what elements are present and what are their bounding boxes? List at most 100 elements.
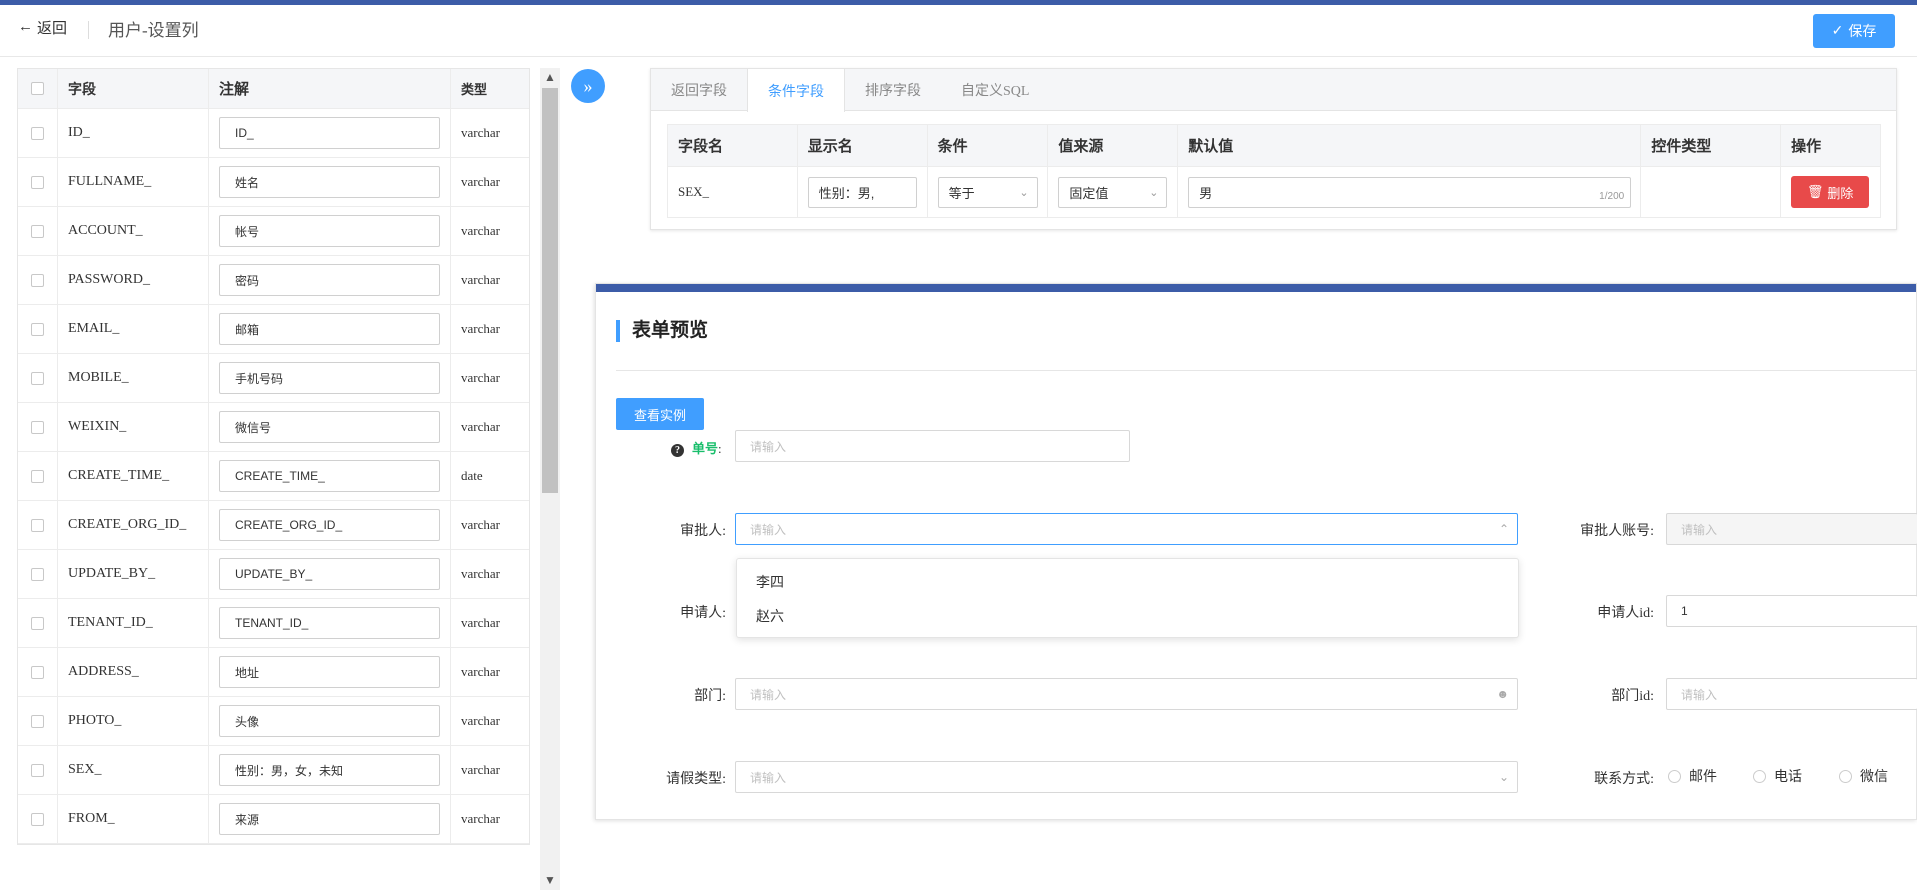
row-checkbox[interactable] [31, 322, 44, 336]
row-checkbox[interactable] [31, 567, 44, 581]
note-input[interactable]: 地址 [219, 656, 440, 688]
default-value: 男 [1199, 185, 1213, 201]
row-checkbox[interactable] [31, 126, 44, 140]
view-example-button[interactable]: 查看实例 [616, 398, 704, 430]
row-checkbox[interactable] [31, 812, 44, 826]
col-header: 字段名 [668, 125, 798, 166]
row-checkbox[interactable] [31, 273, 44, 287]
row-checkbox[interactable] [31, 371, 44, 385]
note-input[interactable]: 手机号码 [219, 362, 440, 394]
save-label: 保存 [1848, 25, 1877, 40]
note-input[interactable]: ID_ [219, 117, 440, 149]
field-type: varchar [461, 811, 500, 826]
leave-type-select[interactable]: 请输入 ⌄ [735, 761, 1518, 793]
note-input[interactable]: 头像 [219, 705, 440, 737]
radio-wechat[interactable]: 微信 [1839, 766, 1888, 786]
select-all-checkbox[interactable] [31, 82, 44, 95]
help-icon: ? [671, 444, 684, 457]
col-header: 操作 [1791, 139, 1822, 155]
back-button[interactable]: ← 返回 [18, 17, 67, 38]
tab-condition-fields[interactable]: 条件字段 [747, 69, 845, 112]
dept-input[interactable]: 请输入 ☻ [735, 678, 1518, 710]
field-type: varchar [461, 272, 500, 287]
row-checkbox[interactable] [31, 469, 44, 483]
col-header: 显示名 [798, 125, 928, 166]
save-button[interactable]: ✓ 保存 [1813, 14, 1895, 48]
table-row: ID_ ID_ varchar [18, 109, 529, 158]
default-value-input[interactable]: 男 1/200 [1188, 176, 1632, 208]
field-type: varchar [461, 517, 500, 532]
dept-id-input[interactable]: 请输入 [1666, 678, 1917, 710]
note-input[interactable]: 来源 [219, 803, 440, 835]
delete-label: 删除 [1827, 185, 1854, 201]
delete-button[interactable]: 🗑 删除 [1791, 176, 1870, 208]
preview-title: 表单预览 [616, 320, 708, 342]
table-row: PHOTO_ 头像 varchar [18, 697, 529, 746]
radio-circle[interactable] [1839, 769, 1852, 783]
expand-toggle-button[interactable]: » [571, 69, 605, 103]
table-row: ADDRESS_ 地址 varchar [18, 648, 529, 697]
scroll-down-icon[interactable]: ▼ [544, 873, 556, 888]
radio-phone[interactable]: 电话 [1753, 766, 1802, 786]
scrollbar[interactable]: ▲ ▼ [540, 68, 560, 890]
divider [616, 370, 1917, 371]
field-name: ID_ [58, 109, 209, 157]
field-name: FULLNAME_ [58, 158, 209, 206]
table-row: CREATE_ORG_ID_ CREATE_ORG_ID_ varchar [18, 501, 529, 550]
user-icon[interactable]: ☻ [1496, 687, 1509, 701]
row-checkbox[interactable] [31, 665, 44, 679]
danhao-input[interactable]: 请输入 [735, 430, 1130, 462]
leave-type-label: 请假类型: [666, 772, 726, 787]
field-type: date [461, 468, 483, 483]
applicant-id-input[interactable]: 1 [1666, 595, 1917, 627]
radio-wechat-label: 微信 [1860, 770, 1888, 785]
note-input[interactable]: 微信号 [219, 411, 440, 443]
row-checkbox[interactable] [31, 616, 44, 630]
radio-email[interactable]: 邮件 [1668, 766, 1717, 786]
page-title: 用户-设置列 [108, 21, 199, 40]
field-type: varchar [461, 125, 500, 140]
note-input[interactable]: 姓名 [219, 166, 440, 198]
approver-select[interactable]: 请输入 ⌃ [735, 513, 1518, 545]
note-input[interactable]: CREATE_ORG_ID_ [219, 509, 440, 541]
row-checkbox[interactable] [31, 714, 44, 728]
tab-bar: 返回字段 条件字段 排序字段 自定义SQL [651, 69, 1896, 112]
row-checkbox[interactable] [31, 175, 44, 189]
form-preview-panel: 表单预览 查看实例 ? 单号: 请输入 审批人: 请输入 ⌃ 审批人账号: 请输入 … [595, 283, 1917, 820]
double-chevron-right-icon: » [583, 75, 593, 96]
radio-circle[interactable] [1668, 769, 1681, 783]
table-row: CREATE_TIME_ CREATE_TIME_ date [18, 452, 529, 501]
note-input[interactable]: CREATE_TIME_ [219, 460, 440, 492]
note-input[interactable]: 性别：男，女，未知 [219, 754, 440, 786]
row-checkbox[interactable] [31, 224, 44, 238]
condition-select[interactable]: 等于 ⌄ [937, 176, 1038, 208]
tab-custom-sql[interactable]: 自定义SQL [941, 69, 1049, 111]
note-input[interactable]: TENANT_ID_ [219, 607, 440, 639]
scroll-thumb[interactable] [542, 88, 558, 493]
row-checkbox[interactable] [31, 518, 44, 532]
field-type: varchar [461, 223, 500, 238]
table-row: FROM_ 来源 varchar [18, 795, 529, 844]
radio-circle[interactable] [1753, 769, 1766, 783]
field-table: 字段 注解 类型 ID_ ID_ varchar FULLNAME_ 姓名 varchar… [17, 68, 530, 845]
field-type: varchar [461, 370, 500, 385]
row-checkbox[interactable] [31, 420, 44, 434]
note-input[interactable]: 邮箱 [219, 313, 440, 345]
field-name: FROM_ [58, 795, 209, 843]
note-input[interactable]: UPDATE_BY_ [219, 558, 440, 590]
approver-account-input[interactable]: 请输入 [1666, 513, 1917, 545]
dropdown-option[interactable]: 李四 [737, 565, 1518, 599]
field-name: EMAIL_ [58, 305, 209, 353]
tab-return-fields[interactable]: 返回字段 [651, 69, 747, 111]
field-name: ADDRESS_ [58, 648, 209, 696]
col-header: 默认值 [1178, 125, 1642, 166]
note-input[interactable]: 密码 [219, 264, 440, 296]
value-source-select[interactable]: 固定值 ⌄ [1058, 176, 1168, 208]
scroll-up-icon[interactable]: ▲ [544, 70, 556, 85]
dropdown-option[interactable]: 赵六 [737, 599, 1518, 633]
tab-sort-fields[interactable]: 排序字段 [845, 69, 941, 111]
note-input[interactable]: 帐号 [219, 215, 440, 247]
display-name-input[interactable]: 性别：男, [807, 176, 917, 208]
table-row: ACCOUNT_ 帐号 varchar [18, 207, 529, 256]
row-checkbox[interactable] [31, 763, 44, 777]
